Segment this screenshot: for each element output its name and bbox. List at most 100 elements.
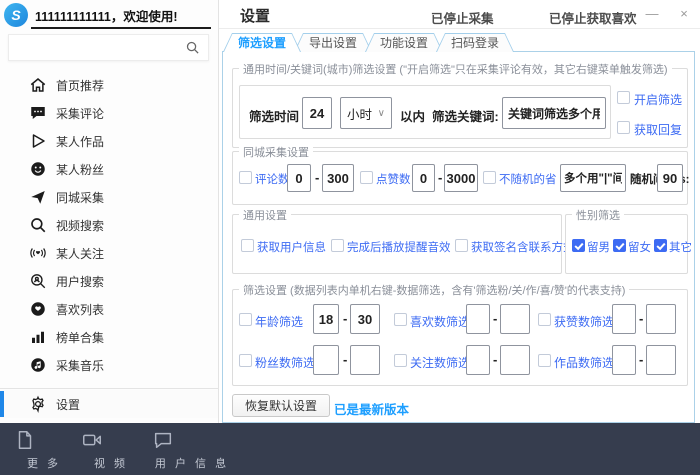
- minimize-button[interactable]: —: [643, 6, 661, 21]
- welcome-text: 111111111111，欢迎使用!: [35, 6, 178, 25]
- sidebar-item-user-follows[interactable]: 某人关注: [0, 239, 218, 267]
- get-user-info-checkbox[interactable]: [241, 239, 254, 252]
- follow-num-filter-checkbox[interactable]: [394, 354, 407, 367]
- sidebar-item-user-fans[interactable]: 某人粉丝: [0, 155, 218, 183]
- footer-item-video[interactable]: 视 频: [81, 429, 141, 471]
- fans-num-filter-checkbox[interactable]: [239, 354, 252, 367]
- latest-version-text[interactable]: 已是最新版本: [334, 399, 409, 418]
- sidebar-item-label: 某人作品: [56, 133, 104, 150]
- dash: -: [343, 311, 347, 326]
- sidebar-item-label: 采集评论: [56, 105, 104, 122]
- tab-function-settings[interactable]: 功能设置: [365, 33, 443, 52]
- follow-num-to-input[interactable]: [500, 345, 530, 375]
- works-num-to-input[interactable]: [646, 345, 676, 375]
- sidebar-item-label: 某人粉丝: [56, 161, 104, 178]
- video-camera-icon: [81, 429, 141, 451]
- keep-other-checkbox[interactable]: [654, 239, 667, 252]
- praised-num-filter-checkbox[interactable]: [538, 313, 551, 326]
- keep-female-checkbox[interactable]: [613, 239, 626, 252]
- footer-item-more[interactable]: 更 多: [14, 429, 74, 471]
- app-logo-row: S 111111111111，欢迎使用!: [4, 3, 178, 27]
- location-arrow-icon: [29, 188, 47, 206]
- sidebar-item-label: 视频搜索: [56, 217, 104, 234]
- non-random-province-checkbox[interactable]: [483, 171, 496, 184]
- comment-to-input[interactable]: [322, 164, 354, 192]
- works-num-filter-label: 作品数筛选: [554, 354, 614, 371]
- works-num-filter-checkbox[interactable]: [538, 354, 551, 367]
- like-status-text: 已停止获取喜欢: [549, 8, 637, 27]
- sidebar-item-video-search[interactable]: 视频搜索: [0, 211, 218, 239]
- sidebar-item-rank-collection[interactable]: 榜单合集: [0, 323, 218, 351]
- tab-export-settings[interactable]: 导出设置: [294, 33, 372, 52]
- like-num-to-input[interactable]: [500, 304, 530, 334]
- main-panel: 设置 已停止采集 已停止获取喜欢 — × 筛选设置 导出设置 功能设置 扫码登录…: [219, 0, 700, 423]
- get-user-info-label: 获取用户信息: [257, 239, 326, 255]
- comment-icon: [29, 104, 47, 122]
- tab-filter-settings[interactable]: 筛选设置: [223, 33, 301, 52]
- sidebar-menu: 首页推荐 采集评论 某人作品 某人粉丝: [0, 71, 218, 379]
- like-from-input[interactable]: [412, 164, 435, 192]
- sidebar-search-box[interactable]: [8, 34, 209, 61]
- search-input[interactable]: [9, 35, 185, 60]
- like-to-input[interactable]: [444, 164, 478, 192]
- sidebar-item-city-collect[interactable]: 同城采集: [0, 183, 218, 211]
- fans-num-to-input[interactable]: [350, 345, 380, 375]
- random-interval-input[interactable]: [657, 164, 683, 192]
- page-title: 设置: [240, 5, 270, 26]
- play-sound-label: 完成后播放提醒音效: [347, 239, 451, 255]
- fans-num-filter-label: 粉丝数筛选: [255, 354, 315, 371]
- footer-item-user-info[interactable]: 用 户 信 息: [152, 429, 232, 471]
- enable-filter-checkbox[interactable]: [617, 91, 630, 104]
- restore-defaults-button[interactable]: 恢复默认设置: [232, 394, 330, 417]
- filter-keyword-input[interactable]: [502, 97, 606, 129]
- general-filter-inner-box: 筛选时间 小时 ∨ 以内 筛选关键词:: [239, 85, 611, 139]
- sidebar-item-settings[interactable]: 设置: [0, 390, 218, 418]
- home-icon: [29, 76, 47, 94]
- sidebar-item-collect-music[interactable]: 采集音乐: [0, 351, 218, 379]
- comment-count-checkbox[interactable]: [239, 171, 252, 184]
- works-num-from-input[interactable]: [612, 345, 636, 375]
- sidebar-item-label: 榜单合集: [56, 329, 104, 346]
- signature-contact-checkbox[interactable]: [455, 239, 468, 252]
- non-random-province-label: 不随机的省: [499, 171, 557, 187]
- fans-face-icon: [29, 160, 47, 178]
- sidebar-item-like-list[interactable]: 喜欢列表: [0, 295, 218, 323]
- group-legend: 通用时间/关键词(城市)筛选设置 ("开启筛选"只在采集评论有效，其它右键菜单触…: [239, 61, 672, 77]
- sidebar-item-home-feed[interactable]: 首页推荐: [0, 71, 218, 99]
- like-num-from-input[interactable]: [466, 304, 490, 334]
- praised-num-filter-label: 获赞数筛选: [554, 313, 614, 330]
- sidebar-item-collect-comments[interactable]: 采集评论: [0, 99, 218, 127]
- play-sound-checkbox[interactable]: [331, 239, 344, 252]
- follow-num-from-input[interactable]: [466, 345, 490, 375]
- sidebar-item-label: 用户搜索: [56, 273, 104, 290]
- search-icon[interactable]: [185, 40, 200, 55]
- dash: -: [493, 352, 497, 367]
- heart-circle-icon: [29, 300, 47, 318]
- selected-indicator: [0, 391, 4, 417]
- sidebar-item-label: 设置: [56, 396, 80, 413]
- time-unit-select[interactable]: 小时 ∨: [340, 97, 392, 129]
- age-filter-checkbox[interactable]: [239, 313, 252, 326]
- filter-time-input[interactable]: [302, 97, 332, 129]
- dash: -: [438, 170, 442, 185]
- sidebar-item-user-works[interactable]: 某人作品: [0, 127, 218, 155]
- signature-contact-label: 获取签名含联系方式: [471, 239, 575, 255]
- tab-scan-login[interactable]: 扫码登录: [436, 33, 514, 52]
- age-to-input[interactable]: [350, 304, 380, 334]
- close-button[interactable]: ×: [675, 6, 693, 21]
- like-count-checkbox[interactable]: [360, 171, 373, 184]
- praised-num-from-input[interactable]: [612, 304, 636, 334]
- praised-num-to-input[interactable]: [646, 304, 676, 334]
- comment-from-input[interactable]: [287, 164, 311, 192]
- group-general-filter: 通用时间/关键词(城市)筛选设置 ("开启筛选"只在采集评论有效，其它右键菜单触…: [232, 68, 688, 148]
- get-reply-checkbox[interactable]: [617, 121, 630, 134]
- age-filter-label: 年龄筛选: [255, 313, 303, 330]
- filter-time-label: 筛选时间: [249, 106, 299, 125]
- sidebar-item-user-search[interactable]: 用户搜索: [0, 267, 218, 295]
- province-list-input[interactable]: [560, 164, 626, 192]
- fans-num-from-input[interactable]: [313, 345, 339, 375]
- age-from-input[interactable]: [313, 304, 339, 334]
- keep-male-checkbox[interactable]: [572, 239, 585, 252]
- enable-filter-label: 开启筛选: [634, 91, 682, 108]
- like-num-filter-checkbox[interactable]: [394, 313, 407, 326]
